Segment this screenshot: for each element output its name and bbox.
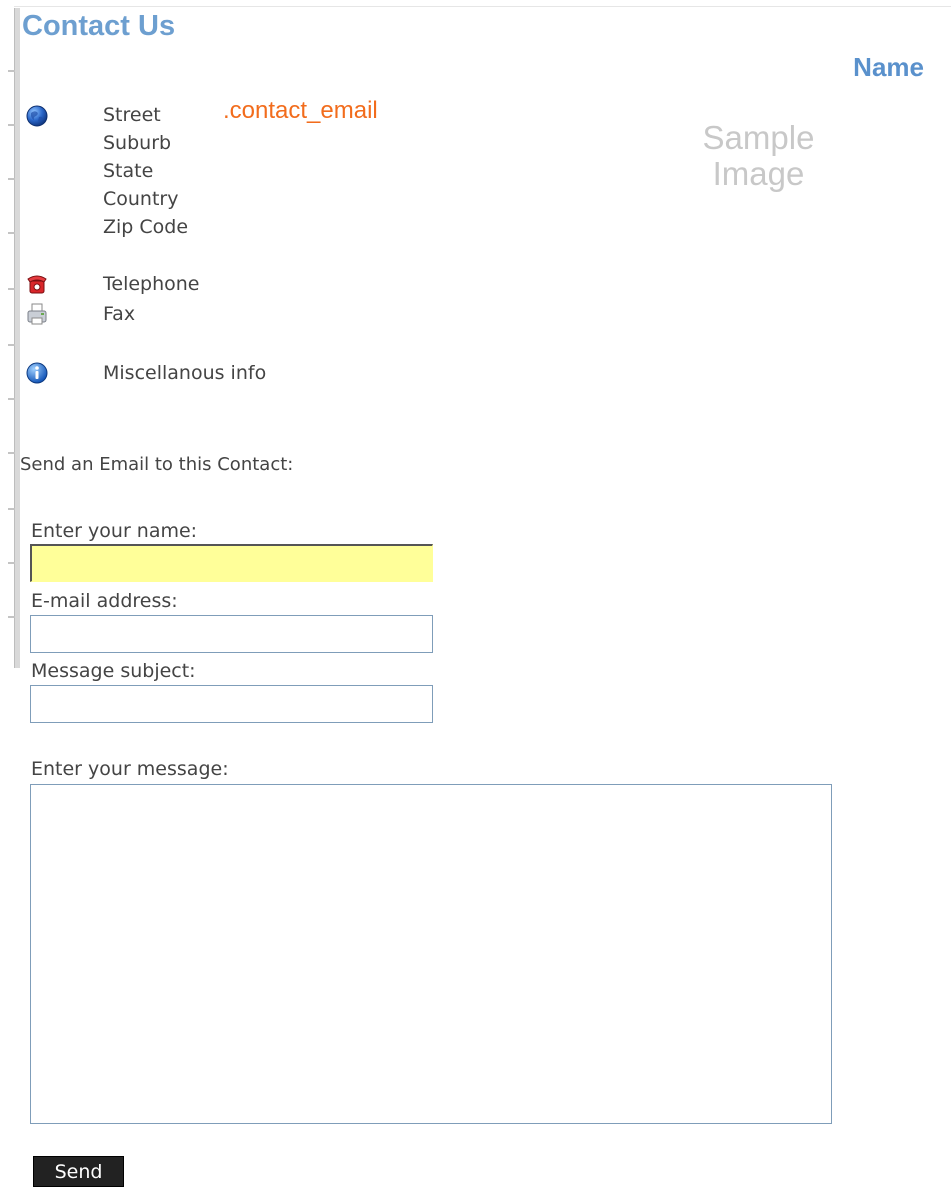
- name-field[interactable]: [30, 544, 433, 582]
- email-field[interactable]: [30, 615, 433, 653]
- fax-icon: [25, 302, 49, 326]
- rail-notch: [8, 562, 15, 564]
- top-divider: [14, 6, 951, 7]
- contact-image: Sample Image: [696, 120, 821, 192]
- rail-notch: [8, 616, 15, 618]
- rail-notch: [8, 344, 15, 346]
- page-title: Contact Us: [22, 10, 176, 42]
- contact-misc-info: Miscellanous info: [103, 362, 267, 384]
- contact-image-text-line1: Sample: [702, 119, 815, 156]
- message-textarea[interactable]: [30, 784, 832, 1124]
- rail-notch: [8, 398, 15, 400]
- email-form-heading: Send an Email to this Contact:: [20, 454, 294, 475]
- subject-label: Message subject:: [31, 660, 196, 682]
- address-street: Street: [103, 104, 161, 126]
- address-zip-code: Zip Code: [103, 216, 189, 238]
- name-label: Enter your name:: [31, 520, 198, 542]
- rail-notch: [8, 70, 15, 72]
- rail-notch: [8, 452, 15, 454]
- rail-notch: [8, 124, 15, 126]
- message-label: Enter your message:: [31, 758, 229, 780]
- contact-email: .contact_email: [223, 97, 378, 124]
- rail-notch: [8, 178, 15, 180]
- send-button[interactable]: Send: [33, 1156, 124, 1187]
- address-suburb: Suburb: [103, 132, 172, 154]
- left-rail: [14, 8, 20, 668]
- contact-telephone: Telephone: [103, 273, 200, 295]
- globe-icon: [25, 104, 49, 128]
- email-label: E-mail address:: [31, 590, 178, 612]
- info-icon: [25, 361, 49, 385]
- rail-notch: [8, 508, 15, 510]
- rail-notch: [8, 288, 15, 290]
- contact-image-text-line2: Image: [712, 155, 805, 192]
- rail-notch: [8, 232, 15, 234]
- address-state: State: [103, 160, 154, 182]
- telephone-icon: [25, 272, 49, 296]
- contact-fax: Fax: [103, 303, 136, 325]
- address-country: Country: [103, 188, 179, 210]
- contact-name: Name: [853, 52, 924, 82]
- subject-field[interactable]: [30, 685, 433, 723]
